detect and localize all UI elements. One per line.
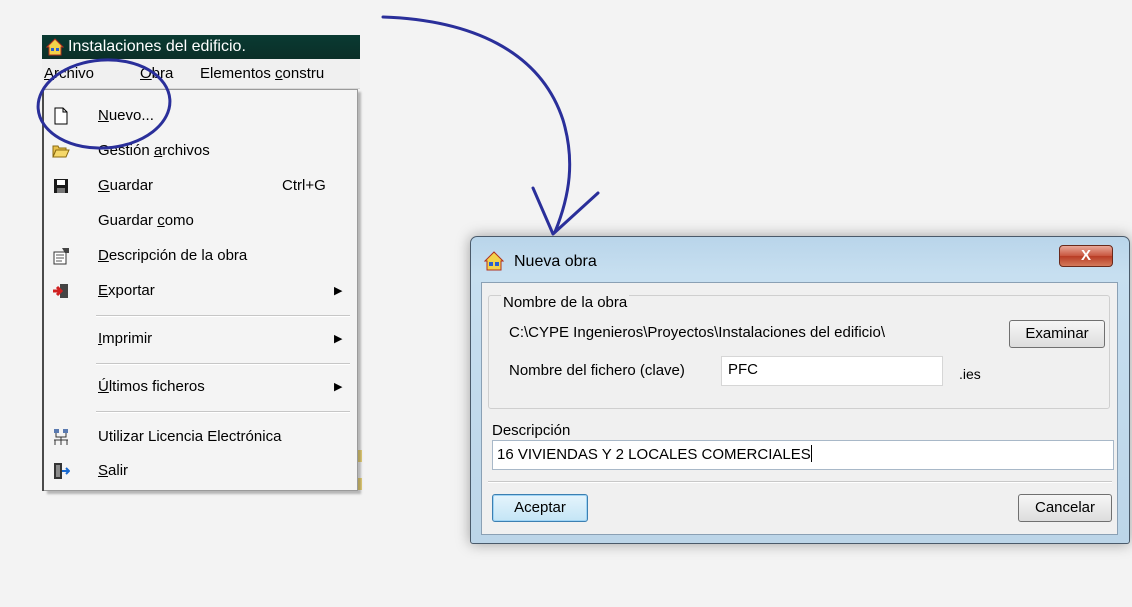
browse-button[interactable]: Examinar <box>1009 320 1105 348</box>
menu-item-imprimir[interactable]: Imprimir ▶ <box>44 324 356 354</box>
menu-item-label: Utilizar Licencia Electrónica <box>98 428 282 445</box>
menu-item-nuevo[interactable]: Nuevo... <box>44 101 356 131</box>
text-caret <box>810 445 812 462</box>
export-icon <box>53 284 68 298</box>
close-button[interactable]: X <box>1059 245 1113 267</box>
menu-item-gestion-archivos[interactable]: Gestión archivos <box>44 136 356 166</box>
save-icon <box>54 179 68 193</box>
project-path: C:\CYPE Ingenieros\Proyectos\Instalacion… <box>509 324 886 341</box>
file-name-input[interactable]: PFC <box>721 356 943 386</box>
menu-item-label: Exportar <box>98 282 155 299</box>
app-titlebar: Instalaciones del edificio. <box>42 35 360 59</box>
menu-obra[interactable]: Obra <box>140 59 173 88</box>
file-extension-label: .ies <box>959 366 981 382</box>
file-name-label: Nombre del fichero (clave) <box>509 362 685 379</box>
menu-item-licencia-electronica[interactable]: Utilizar Licencia Electrónica <box>44 422 356 452</box>
arrow-head-icon <box>531 186 600 236</box>
menu-item-ultimos-ficheros[interactable]: Últimos ficheros ▶ <box>44 372 356 402</box>
new-file-icon <box>54 107 68 125</box>
folder-open-icon <box>52 145 70 158</box>
menu-item-descripcion[interactable]: Descripción de la obra <box>44 241 356 271</box>
shortcut-label: Ctrl+G <box>282 177 326 194</box>
description-input[interactable]: 16 VIVIENDAS Y 2 LOCALES COMERCIALES <box>492 440 1114 470</box>
menu-separator <box>96 363 350 365</box>
nueva-obra-dialog: Nueva obra X Nombre de la obra C:\CYPE I… <box>470 236 1130 544</box>
group-label: Nombre de la obra <box>501 294 630 311</box>
menu-item-label: Descripción de la obra <box>98 247 248 264</box>
menu-item-guardar-como[interactable]: Guardar como <box>44 206 356 236</box>
exit-icon <box>54 463 70 479</box>
cancel-button[interactable]: Cancelar <box>1018 494 1112 522</box>
dialog-title: Nueva obra <box>514 253 597 270</box>
menu-item-exportar[interactable]: Exportar ▶ <box>44 276 356 306</box>
menubar: Archivo Obra Elementos constru <box>42 59 360 89</box>
dialog-body: Nombre de la obra C:\CYPE Ingenieros\Pro… <box>481 282 1118 535</box>
menu-item-guardar[interactable]: Guardar Ctrl+G <box>44 171 356 201</box>
menu-item-label: Guardar como <box>98 212 194 229</box>
menu-separator <box>96 411 350 413</box>
file-menu: Nuevo... Gestión archivos Guardar Ctrl+G… <box>44 89 358 491</box>
app-house-icon <box>46 38 64 56</box>
network-license-icon <box>54 429 68 445</box>
menu-item-label: Guardar <box>98 177 154 194</box>
menu-item-label: Nuevo... <box>98 107 154 124</box>
menu-item-label: Imprimir <box>98 330 153 347</box>
menu-separator <box>96 315 350 317</box>
submenu-arrow-icon: ▶ <box>334 285 343 297</box>
accept-button[interactable]: Aceptar <box>492 494 588 522</box>
menu-archivo[interactable]: Archivo <box>44 59 94 88</box>
menu-item-label: Gestión archivos <box>98 142 210 159</box>
description-label: Descripción <box>492 422 571 439</box>
menu-item-label: Salir <box>98 462 129 479</box>
app-title: Instalaciones del edificio. <box>68 38 246 55</box>
menu-item-label: Últimos ficheros <box>98 378 205 395</box>
submenu-arrow-icon: ▶ <box>334 381 343 393</box>
menu-elementos-constructivos[interactable]: Elementos constru <box>200 59 324 88</box>
project-name-group: Nombre de la obra C:\CYPE Ingenieros\Pro… <box>488 294 1110 409</box>
dialog-house-icon <box>484 251 504 271</box>
menu-item-salir[interactable]: Salir <box>44 456 356 486</box>
submenu-arrow-icon: ▶ <box>334 333 343 345</box>
properties-icon <box>53 248 69 265</box>
dialog-separator <box>488 481 1112 483</box>
arrow-curve <box>381 15 572 234</box>
